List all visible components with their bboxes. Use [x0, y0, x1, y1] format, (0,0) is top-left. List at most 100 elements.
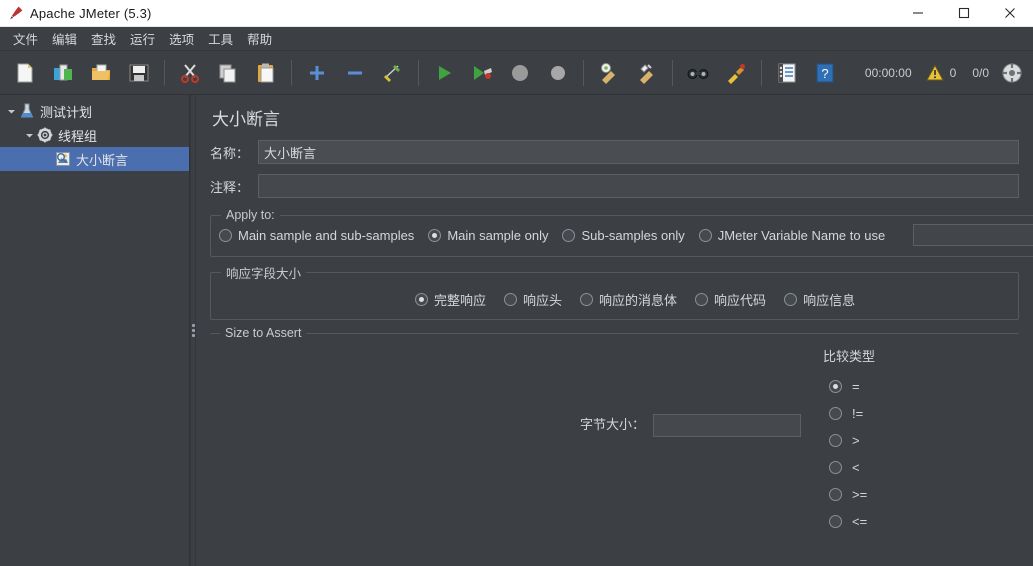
comment-input[interactable] [258, 174, 1019, 198]
name-input[interactable] [258, 140, 1019, 164]
radio-op-less-or-equal[interactable]: <= [819, 508, 867, 535]
test-plan-tree: 测试计划 线程组 大小断言 [0, 95, 190, 566]
expand-all-icon[interactable] [301, 57, 333, 89]
body-split-pane: 测试计划 线程组 大小断言 大小断言 名称： 大小断言 注释： Apply to… [0, 95, 1033, 566]
radio-label: 响应的消息体 [599, 293, 678, 308]
radio-dot-icon [580, 293, 594, 306]
comparison-type-label: 比较类型 [823, 349, 876, 364]
radio-response-headers[interactable]: 响应头 [504, 290, 562, 309]
tree-node-size-assertion[interactable]: 大小断言 [0, 147, 189, 171]
radio-label: > [852, 433, 860, 448]
jmeter-window: Apache JMeter (5.3) 文件 编辑 查找 运行 选项 工具 帮助 [0, 0, 1033, 566]
shutdown-icon[interactable] [542, 57, 574, 89]
connection-ball-icon[interactable] [1001, 62, 1023, 84]
radio-op-less[interactable]: < [819, 454, 860, 481]
radio-sub-only[interactable]: Sub-samples only [562, 227, 685, 243]
apply-to-legend: Apply to: [226, 208, 275, 222]
minimize-button[interactable] [895, 0, 941, 27]
start-icon[interactable] [428, 57, 460, 89]
radio-full-response[interactable]: 完整响应 [415, 290, 486, 309]
start-no-pauses-icon[interactable] [466, 57, 498, 89]
radio-dot-icon [415, 293, 428, 306]
radio-op-equal[interactable]: = [819, 373, 860, 400]
clear-icon[interactable] [593, 57, 625, 89]
warning-triangle-icon [925, 63, 944, 82]
window-controls [895, 0, 1033, 27]
clear-all-icon[interactable] [631, 57, 663, 89]
split-grip-icon [191, 324, 195, 337]
menu-file[interactable]: 文件 [6, 27, 45, 50]
bytes-label: 字节大小： [579, 417, 645, 432]
templates-icon[interactable] [47, 57, 79, 89]
radio-response-body[interactable]: 响应的消息体 [580, 290, 677, 309]
copy-icon[interactable] [212, 57, 244, 89]
new-icon[interactable] [9, 57, 41, 89]
bytes-size-input[interactable] [653, 414, 801, 437]
tree-node-test-plan[interactable]: 测试计划 [0, 99, 189, 123]
radio-op-greater[interactable]: > [819, 427, 860, 454]
warning-status[interactable]: 0 [925, 63, 957, 82]
radio-label: 响应代码 [714, 293, 767, 308]
radio-op-greater-or-equal[interactable]: >= [819, 481, 867, 508]
paste-icon[interactable] [250, 57, 282, 89]
apply-to-group: Apply to: Main sample and sub-samples Ma… [210, 208, 1033, 257]
toggle-icon[interactable] [377, 57, 409, 89]
size-assertion-icon [54, 150, 72, 168]
collapse-all-icon[interactable] [339, 57, 371, 89]
radio-jmeter-variable[interactable]: JMeter Variable Name to use [698, 228, 885, 243]
radio-label: != [852, 406, 864, 421]
toolbar-separator [164, 59, 165, 86]
jmeter-feather-icon [0, 0, 30, 27]
toolbar-separator [672, 59, 673, 86]
stop-icon[interactable] [504, 57, 536, 89]
name-field-row: 名称： [210, 140, 1019, 164]
function-helper-icon[interactable] [771, 57, 803, 89]
search-icon[interactable] [682, 57, 714, 89]
close-button[interactable] [987, 0, 1033, 27]
save-icon[interactable] [123, 57, 155, 89]
tree-node-label: 大小断言 [76, 152, 129, 168]
menu-edit[interactable]: 编辑 [45, 27, 84, 50]
maximize-button[interactable] [941, 0, 987, 27]
help-icon[interactable]: ? [809, 57, 841, 89]
radio-response-code[interactable]: 响应代码 [695, 290, 766, 309]
radio-dot-icon [562, 228, 576, 242]
radio-dot-icon [829, 488, 842, 501]
radio-label: Sub-samples only [581, 227, 685, 243]
open-icon[interactable] [85, 57, 117, 89]
svg-text:?: ? [821, 66, 828, 81]
radio-main-only[interactable]: Main sample only [428, 228, 548, 243]
radio-label: 完整响应 [434, 293, 487, 308]
radio-label: < [852, 460, 860, 475]
size-to-assert-legend: Size to Assert [225, 326, 302, 340]
radio-dot-icon [829, 380, 842, 393]
response-field-size-group: 响应字段大小 完整响应 响应头 响应的消息体 响应代码 响应信息 [210, 263, 1019, 320]
response-field-radio-row: 完整响应 响应头 响应的消息体 响应代码 响应信息 [219, 288, 1010, 311]
menu-options[interactable]: 选项 [162, 27, 201, 50]
size-to-assert-body: 字节大小： 比较类型 = != > < >= <= [218, 340, 1011, 535]
tree-node-label: 线程组 [58, 128, 98, 144]
search-reset-icon[interactable] [720, 57, 752, 89]
radio-op-not-equal[interactable]: != [819, 400, 863, 427]
active-threads-count: 0/0 [972, 65, 989, 80]
menu-help[interactable]: 帮助 [240, 27, 279, 50]
warning-count: 0 [949, 65, 957, 80]
menu-run[interactable]: 运行 [123, 27, 162, 50]
tree-node-label: 测试计划 [40, 104, 93, 120]
radio-label: Main sample only [447, 227, 549, 243]
chevron-down-icon[interactable] [22, 131, 36, 140]
menu-search[interactable]: 查找 [84, 27, 123, 50]
toolbar: ? 00:00:00 0 0/0 [0, 51, 1033, 95]
cut-icon[interactable] [174, 57, 206, 89]
jmeter-variable-input[interactable] [913, 224, 1033, 246]
radio-response-message[interactable]: 响应信息 [784, 290, 855, 309]
chevron-down-icon[interactable] [4, 107, 18, 116]
radio-dot-icon [695, 293, 709, 306]
tree-node-thread-group[interactable]: 线程组 [0, 123, 189, 147]
radio-dot-icon [698, 228, 712, 242]
radio-main-and-sub[interactable]: Main sample and sub-samples [219, 228, 414, 243]
menu-tools[interactable]: 工具 [201, 27, 240, 50]
radio-dot-icon [829, 515, 842, 528]
window-title: Apache JMeter (5.3) [30, 5, 152, 21]
radio-label: >= [852, 487, 868, 502]
